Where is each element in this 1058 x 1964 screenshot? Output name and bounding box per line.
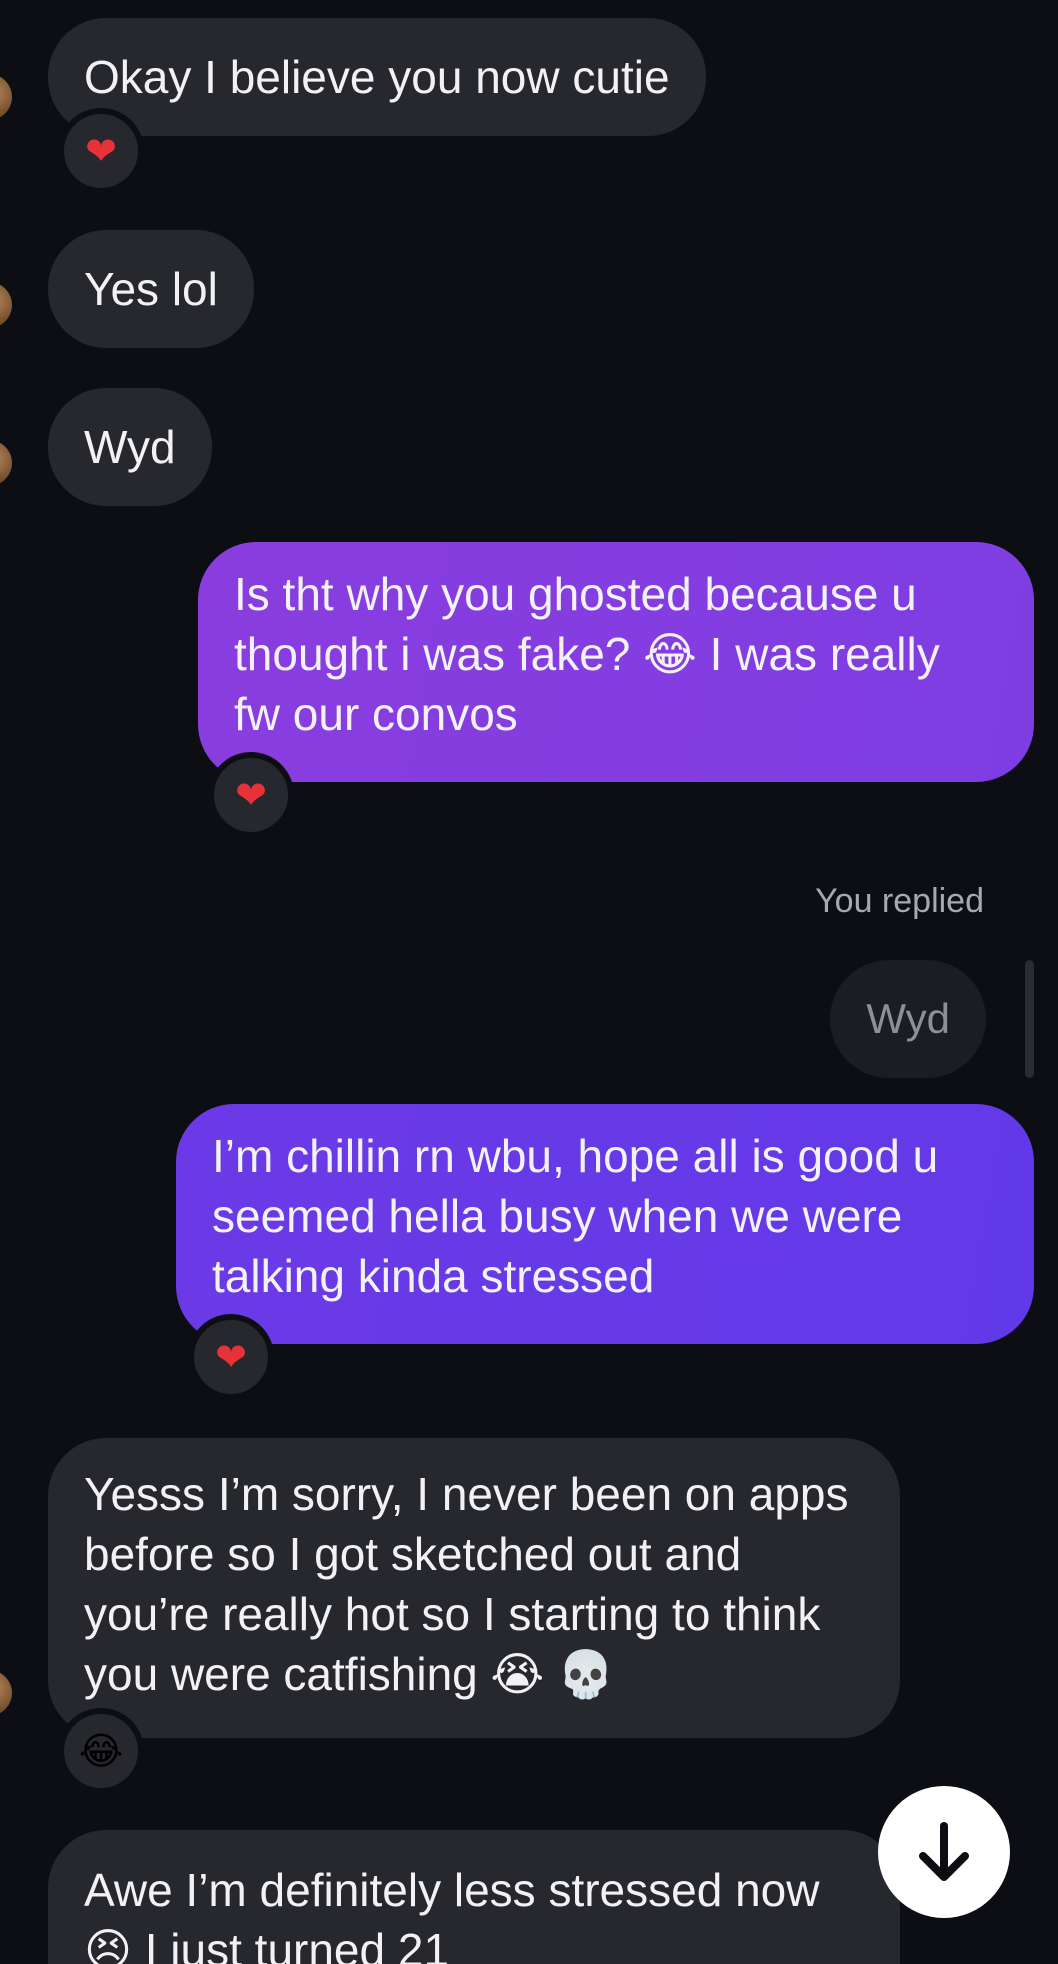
incoming-message[interactable]: Okay I believe you now cutie: [48, 18, 706, 136]
outgoing-message[interactable]: I’m chillin rn wbu, hope all is good u s…: [176, 1104, 1034, 1344]
heart-reaction-icon[interactable]: ❤: [188, 1314, 274, 1400]
laughing-reaction-icon[interactable]: 😂: [58, 1708, 144, 1794]
quoted-message[interactable]: Wyd: [830, 960, 986, 1078]
arrow-down-icon: [919, 1822, 969, 1881]
incoming-message[interactable]: Wyd: [48, 388, 212, 506]
contact-avatar[interactable]: [0, 1670, 12, 1716]
reply-indicator-bar: [1025, 960, 1034, 1078]
heart-reaction-icon[interactable]: ❤: [208, 752, 294, 838]
contact-avatar[interactable]: [0, 74, 12, 120]
chat-thread: Okay I believe you now cutie ❤ Yes lol W…: [0, 0, 1058, 1964]
outgoing-message[interactable]: Is tht why you ghosted because u thought…: [198, 542, 1034, 782]
reply-label: You replied: [815, 882, 984, 920]
scroll-to-bottom-button[interactable]: [878, 1786, 1010, 1918]
heart-reaction-icon[interactable]: ❤: [58, 108, 144, 194]
incoming-message[interactable]: Yes lol: [48, 230, 254, 348]
contact-avatar[interactable]: [0, 440, 12, 486]
incoming-message[interactable]: Yesss I’m sorry, I never been on apps be…: [48, 1438, 900, 1738]
contact-avatar[interactable]: [0, 282, 12, 328]
incoming-message[interactable]: Awe I’m definitely less stressed now 😣 I…: [48, 1830, 900, 1964]
